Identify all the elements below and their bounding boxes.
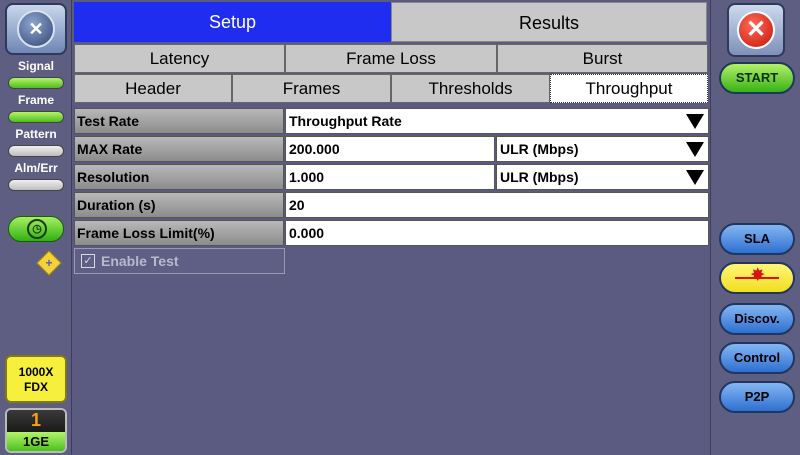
duration-label: Duration (s): [74, 192, 284, 218]
start-button[interactable]: START: [719, 62, 795, 94]
warning-diamond-icon[interactable]: +: [36, 250, 62, 276]
test-rate-value: Throughput Rate: [289, 113, 402, 129]
tab-burst[interactable]: Burst: [497, 44, 708, 73]
sla-button[interactable]: SLA: [719, 223, 795, 255]
dropdown-arrow-icon: [686, 170, 704, 185]
signal-led: [8, 77, 64, 89]
tab-throughput[interactable]: Throughput: [550, 74, 708, 103]
almerr-led: [8, 179, 64, 191]
test-rate-select[interactable]: Throughput Rate: [285, 108, 709, 134]
main-panel: Setup Results Latency Frame Loss Burst H…: [72, 0, 709, 455]
tab-setup[interactable]: Setup: [74, 2, 391, 42]
max-rate-input[interactable]: 200.000: [285, 136, 495, 162]
duration-row: Duration (s) 20: [74, 192, 709, 218]
close-icon: ✕: [737, 11, 775, 49]
history-icon: ◷: [27, 219, 47, 239]
resolution-input[interactable]: 1.000: [285, 164, 495, 190]
resolution-unit-select[interactable]: ULR (Mbps): [496, 164, 709, 190]
resolution-row: Resolution 1.000 ULR (Mbps): [74, 164, 709, 190]
max-rate-row: MAX Rate 200.000 ULR (Mbps): [74, 136, 709, 162]
enable-test-checkbox[interactable]: ✓ Enable Test: [74, 248, 285, 274]
laser-icon: ✸: [751, 267, 765, 284]
max-rate-label: MAX Rate: [74, 136, 284, 162]
dropdown-arrow-icon: [686, 114, 704, 129]
checkbox-check-icon: ✓: [81, 254, 95, 268]
link-mode-badge[interactable]: 1000X FDX: [5, 355, 67, 403]
resolution-label: Resolution: [74, 164, 284, 190]
home-button[interactable]: ✕: [5, 3, 67, 55]
tab-header[interactable]: Header: [74, 74, 232, 103]
test-rate-label: Test Rate: [74, 108, 284, 134]
history-button[interactable]: ◷: [8, 216, 64, 242]
port-selector[interactable]: 1 1GE: [5, 408, 67, 453]
left-sidebar: ✕ Signal Frame Pattern Alm/Err ◷ + 1000X…: [0, 0, 72, 455]
pattern-led: [8, 145, 64, 157]
frame-led: [8, 111, 64, 123]
duration-input[interactable]: 20: [285, 192, 709, 218]
link-speed-text: 1000X: [18, 365, 54, 379]
signal-label: Signal: [17, 59, 54, 73]
laser-button[interactable]: ✸: [719, 262, 795, 294]
tab-frame-loss[interactable]: Frame Loss: [285, 44, 497, 73]
discover-button[interactable]: Discov.: [719, 303, 795, 335]
tab-latency[interactable]: Latency: [74, 44, 285, 73]
test-rate-row: Test Rate Throughput Rate: [74, 108, 709, 134]
resolution-unit: ULR (Mbps): [500, 169, 579, 185]
max-rate-unit: ULR (Mbps): [500, 141, 579, 157]
frame-loss-limit-label: Frame Loss Limit(%): [74, 220, 284, 246]
port-speed: 1GE: [7, 432, 65, 451]
max-rate-unit-select[interactable]: ULR (Mbps): [496, 136, 709, 162]
almerr-label: Alm/Err: [14, 161, 58, 175]
tools-icon: ✕: [17, 10, 55, 48]
pattern-label: Pattern: [15, 127, 57, 141]
frame-loss-limit-input[interactable]: 0.000: [285, 220, 709, 246]
port-number: 1: [7, 410, 65, 432]
tab-thresholds[interactable]: Thresholds: [391, 74, 550, 103]
frame-loss-limit-row: Frame Loss Limit(%) 0.000: [74, 220, 709, 246]
tab-results[interactable]: Results: [391, 2, 707, 42]
tab-frames[interactable]: Frames: [232, 74, 391, 103]
control-button[interactable]: Control: [719, 342, 795, 374]
close-button[interactable]: ✕: [727, 3, 785, 57]
dropdown-arrow-icon: [686, 142, 704, 157]
p2p-button[interactable]: P2P: [719, 381, 795, 413]
right-sidebar: ✕ START SLA ✸ Discov. Control P2P: [710, 0, 800, 455]
enable-test-label: Enable Test: [101, 253, 179, 269]
link-duplex-text: FDX: [24, 380, 48, 394]
frame-label: Frame: [17, 93, 55, 107]
